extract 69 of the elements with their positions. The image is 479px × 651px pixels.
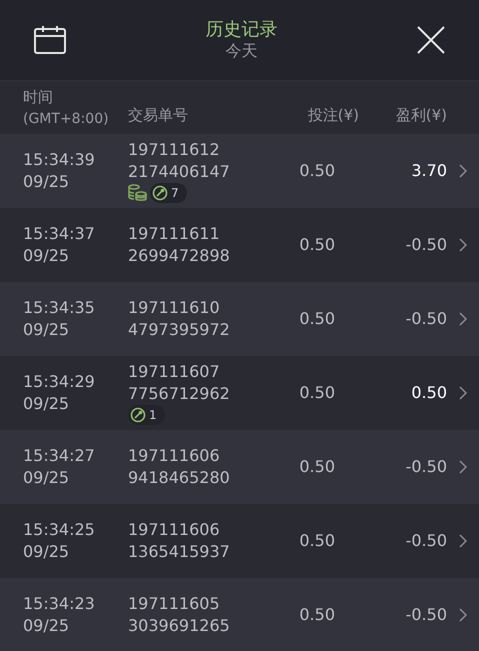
date-text: 09/25 [23, 467, 70, 489]
chevron-right-icon [459, 312, 467, 326]
time-text: 15:34:39 [23, 149, 96, 171]
column-header: 时间 [23, 87, 54, 108]
column-header: (GMT+8:00) [23, 110, 110, 129]
close-icon[interactable] [417, 26, 445, 54]
history-row[interactable]: 15:34:23 09/25 197111605 3039691265 0.50 -0.50 [0, 578, 479, 651]
date-text: 09/25 [23, 245, 70, 267]
date-text: 09/25 [23, 541, 70, 563]
time-text: 15:34:29 [23, 371, 96, 393]
header-title: 历史记录 [206, 18, 278, 42]
profit-amount: 0.50 [410, 382, 447, 404]
chevron-right-icon [459, 460, 467, 474]
order-number: 197111606 [128, 519, 221, 541]
profit-amount: -0.50 [404, 308, 447, 330]
stake-amount: 0.50 [298, 530, 335, 552]
profit-amount: -0.50 [404, 234, 447, 256]
time-text: 15:34:23 [23, 593, 96, 615]
chevron-right-icon [459, 164, 467, 178]
calendar-icon[interactable] [34, 26, 66, 54]
stake-amount: 0.50 [298, 234, 335, 256]
order-number: 197111607 [128, 361, 221, 383]
order-number: 3039691265 [128, 615, 231, 637]
chevron-right-icon [459, 608, 467, 622]
order-number: 2174406147 [128, 161, 231, 183]
stake-amount: 0.50 [298, 456, 335, 478]
order-number: 1365415937 [128, 541, 231, 563]
stake-amount: 0.50 [298, 604, 335, 626]
date-text: 09/25 [23, 393, 70, 415]
order-number: 4797395972 [128, 319, 231, 341]
column-header: 交易单号 [128, 104, 189, 126]
date-text: 09/25 [23, 171, 70, 193]
time-text: 15:34:35 [23, 297, 96, 319]
column-header: 投注(¥) [306, 104, 359, 126]
count-badge: 7 [150, 183, 187, 203]
time-text: 15:34:27 [23, 445, 96, 467]
date-text: 09/25 [23, 319, 70, 341]
time-text: 15:34:37 [23, 223, 96, 245]
order-number: 2699472898 [128, 245, 231, 267]
order-number: 7756712962 [128, 383, 231, 405]
profit-amount: -0.50 [404, 456, 447, 478]
column-header: 盈利(¥) [394, 104, 447, 126]
order-number: 197111606 [128, 445, 221, 467]
date-text: 09/25 [23, 615, 70, 637]
stake-amount: 0.50 [298, 382, 335, 404]
count-badge: 1 [128, 405, 165, 425]
round-icon [152, 185, 168, 201]
history-row[interactable]: 15:34:25 09/25 197111606 1365415937 0.50 -0.50 [0, 504, 479, 578]
order-number: 197111611 [128, 223, 221, 245]
stake-amount: 0.50 [298, 160, 335, 182]
order-number: 9418465280 [128, 467, 231, 489]
history-row[interactable]: 15:34:37 09/25 197111611 2699472898 0.50 -0.50 [0, 208, 479, 282]
chevron-right-icon [459, 386, 467, 400]
history-row[interactable]: 15:34:27 09/25 197111606 9418465280 0.50 -0.50 [0, 430, 479, 504]
history-row[interactable]: 15:34:39 09/25 197111612 2174406147 7 0.50 3.70 [0, 134, 479, 208]
profit-amount: 3.70 [410, 160, 447, 182]
time-text: 15:34:25 [23, 519, 96, 541]
order-number: 197111612 [128, 139, 221, 161]
stake-amount: 0.50 [298, 308, 335, 330]
profit-amount: -0.50 [404, 530, 447, 552]
header-subtitle: 今天 [226, 41, 258, 62]
order-number: 197111610 [128, 297, 221, 319]
chevron-right-icon [459, 534, 467, 548]
history-row[interactable]: 15:34:35 09/25 197111610 4797395972 0.50 -0.50 [0, 282, 479, 356]
order-number: 197111605 [128, 593, 221, 615]
profit-amount: -0.50 [404, 604, 447, 626]
chevron-right-icon [459, 238, 467, 252]
history-row[interactable]: 15:34:29 09/25 197111607 7756712962 1 0.50 0.50 [0, 356, 479, 430]
round-icon [130, 407, 146, 423]
